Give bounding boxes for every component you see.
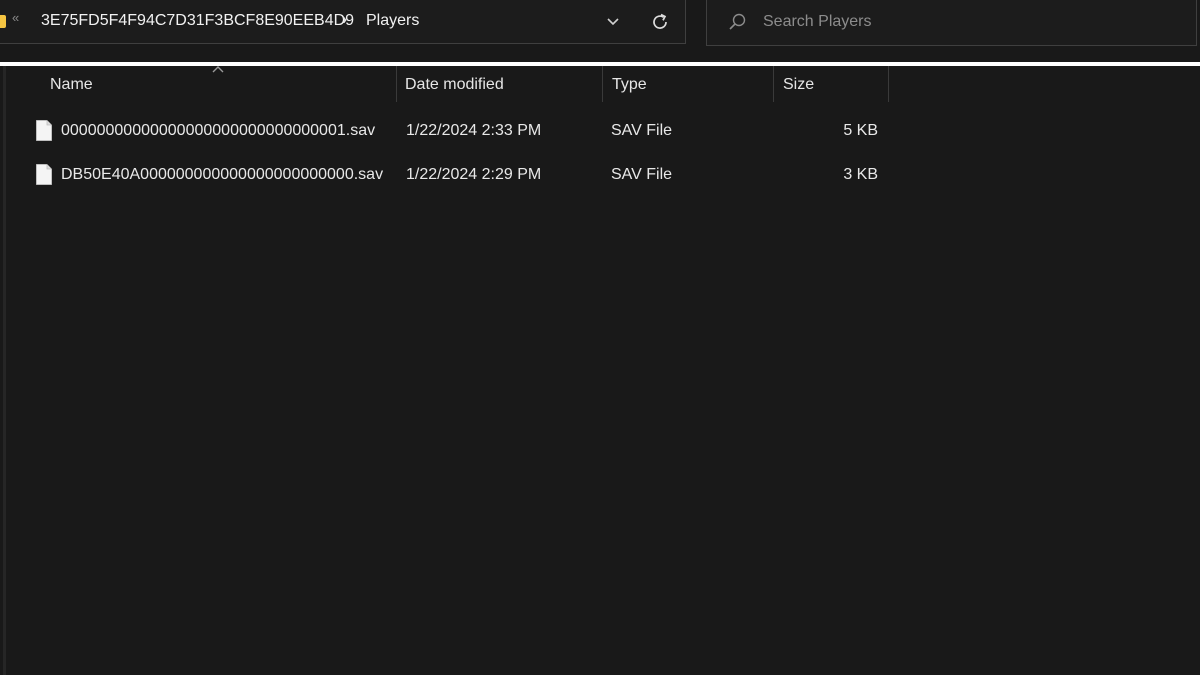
file-name: 00000000000000000000000000000001.sav bbox=[61, 122, 376, 139]
file-type: SAV File bbox=[611, 166, 673, 183]
column-header-name[interactable]: Name bbox=[50, 66, 395, 104]
toolbar: « 3E75FD5F4F94C7D31F3BCF8E90EEB4D9 › Pla… bbox=[0, 0, 1200, 62]
chevron-down-icon bbox=[607, 18, 619, 26]
column-divider[interactable] bbox=[773, 66, 774, 102]
file-size: 3 KB bbox=[843, 166, 878, 183]
file-name: DB50E40A000000000000000000000000.sav bbox=[61, 166, 384, 183]
address-bar[interactable]: « 3E75FD5F4F94C7D31F3BCF8E90EEB4D9 › Pla… bbox=[0, 0, 686, 44]
column-divider[interactable] bbox=[602, 66, 603, 102]
file-type: SAV File bbox=[611, 122, 673, 139]
column-header-label: Size bbox=[783, 76, 815, 93]
file-icon bbox=[36, 164, 52, 185]
folder-icon bbox=[0, 15, 6, 28]
file-icon bbox=[36, 120, 52, 141]
refresh-icon bbox=[653, 13, 667, 29]
search-icon bbox=[729, 13, 746, 30]
double-chevron-left-icon[interactable]: « bbox=[12, 10, 19, 25]
file-explorer-window: « 3E75FD5F4F94C7D31F3BCF8E90EEB4D9 › Pla… bbox=[0, 0, 1200, 675]
file-date-modified: 1/22/2024 2:33 PM bbox=[406, 122, 542, 139]
search-box[interactable] bbox=[706, 0, 1197, 46]
column-header-label: Type bbox=[612, 76, 647, 93]
column-header-date-modified[interactable]: Date modified bbox=[405, 66, 601, 104]
breadcrumb-item-current[interactable]: Players bbox=[366, 12, 419, 30]
file-list-empty-area[interactable] bbox=[6, 200, 1200, 675]
address-history-dropdown[interactable] bbox=[602, 11, 624, 33]
chevron-right-icon[interactable]: › bbox=[342, 11, 347, 28]
column-header-type[interactable]: Type bbox=[612, 66, 772, 104]
column-header-label: Name bbox=[50, 76, 93, 93]
search-input[interactable] bbox=[763, 11, 1163, 33]
file-row[interactable]: 00000000000000000000000000000001.sav 1/2… bbox=[28, 109, 888, 153]
file-date-modified: 1/22/2024 2:29 PM bbox=[406, 166, 542, 183]
breadcrumb-item[interactable]: 3E75FD5F4F94C7D31F3BCF8E90EEB4D9 bbox=[41, 12, 354, 30]
refresh-button[interactable] bbox=[647, 9, 673, 35]
column-header-size[interactable]: Size bbox=[783, 66, 887, 104]
file-size: 5 KB bbox=[843, 122, 878, 139]
column-header-label: Date modified bbox=[405, 76, 504, 93]
column-divider[interactable] bbox=[396, 66, 397, 102]
column-divider[interactable] bbox=[888, 66, 889, 102]
file-row[interactable]: DB50E40A000000000000000000000000.sav 1/2… bbox=[28, 153, 888, 197]
